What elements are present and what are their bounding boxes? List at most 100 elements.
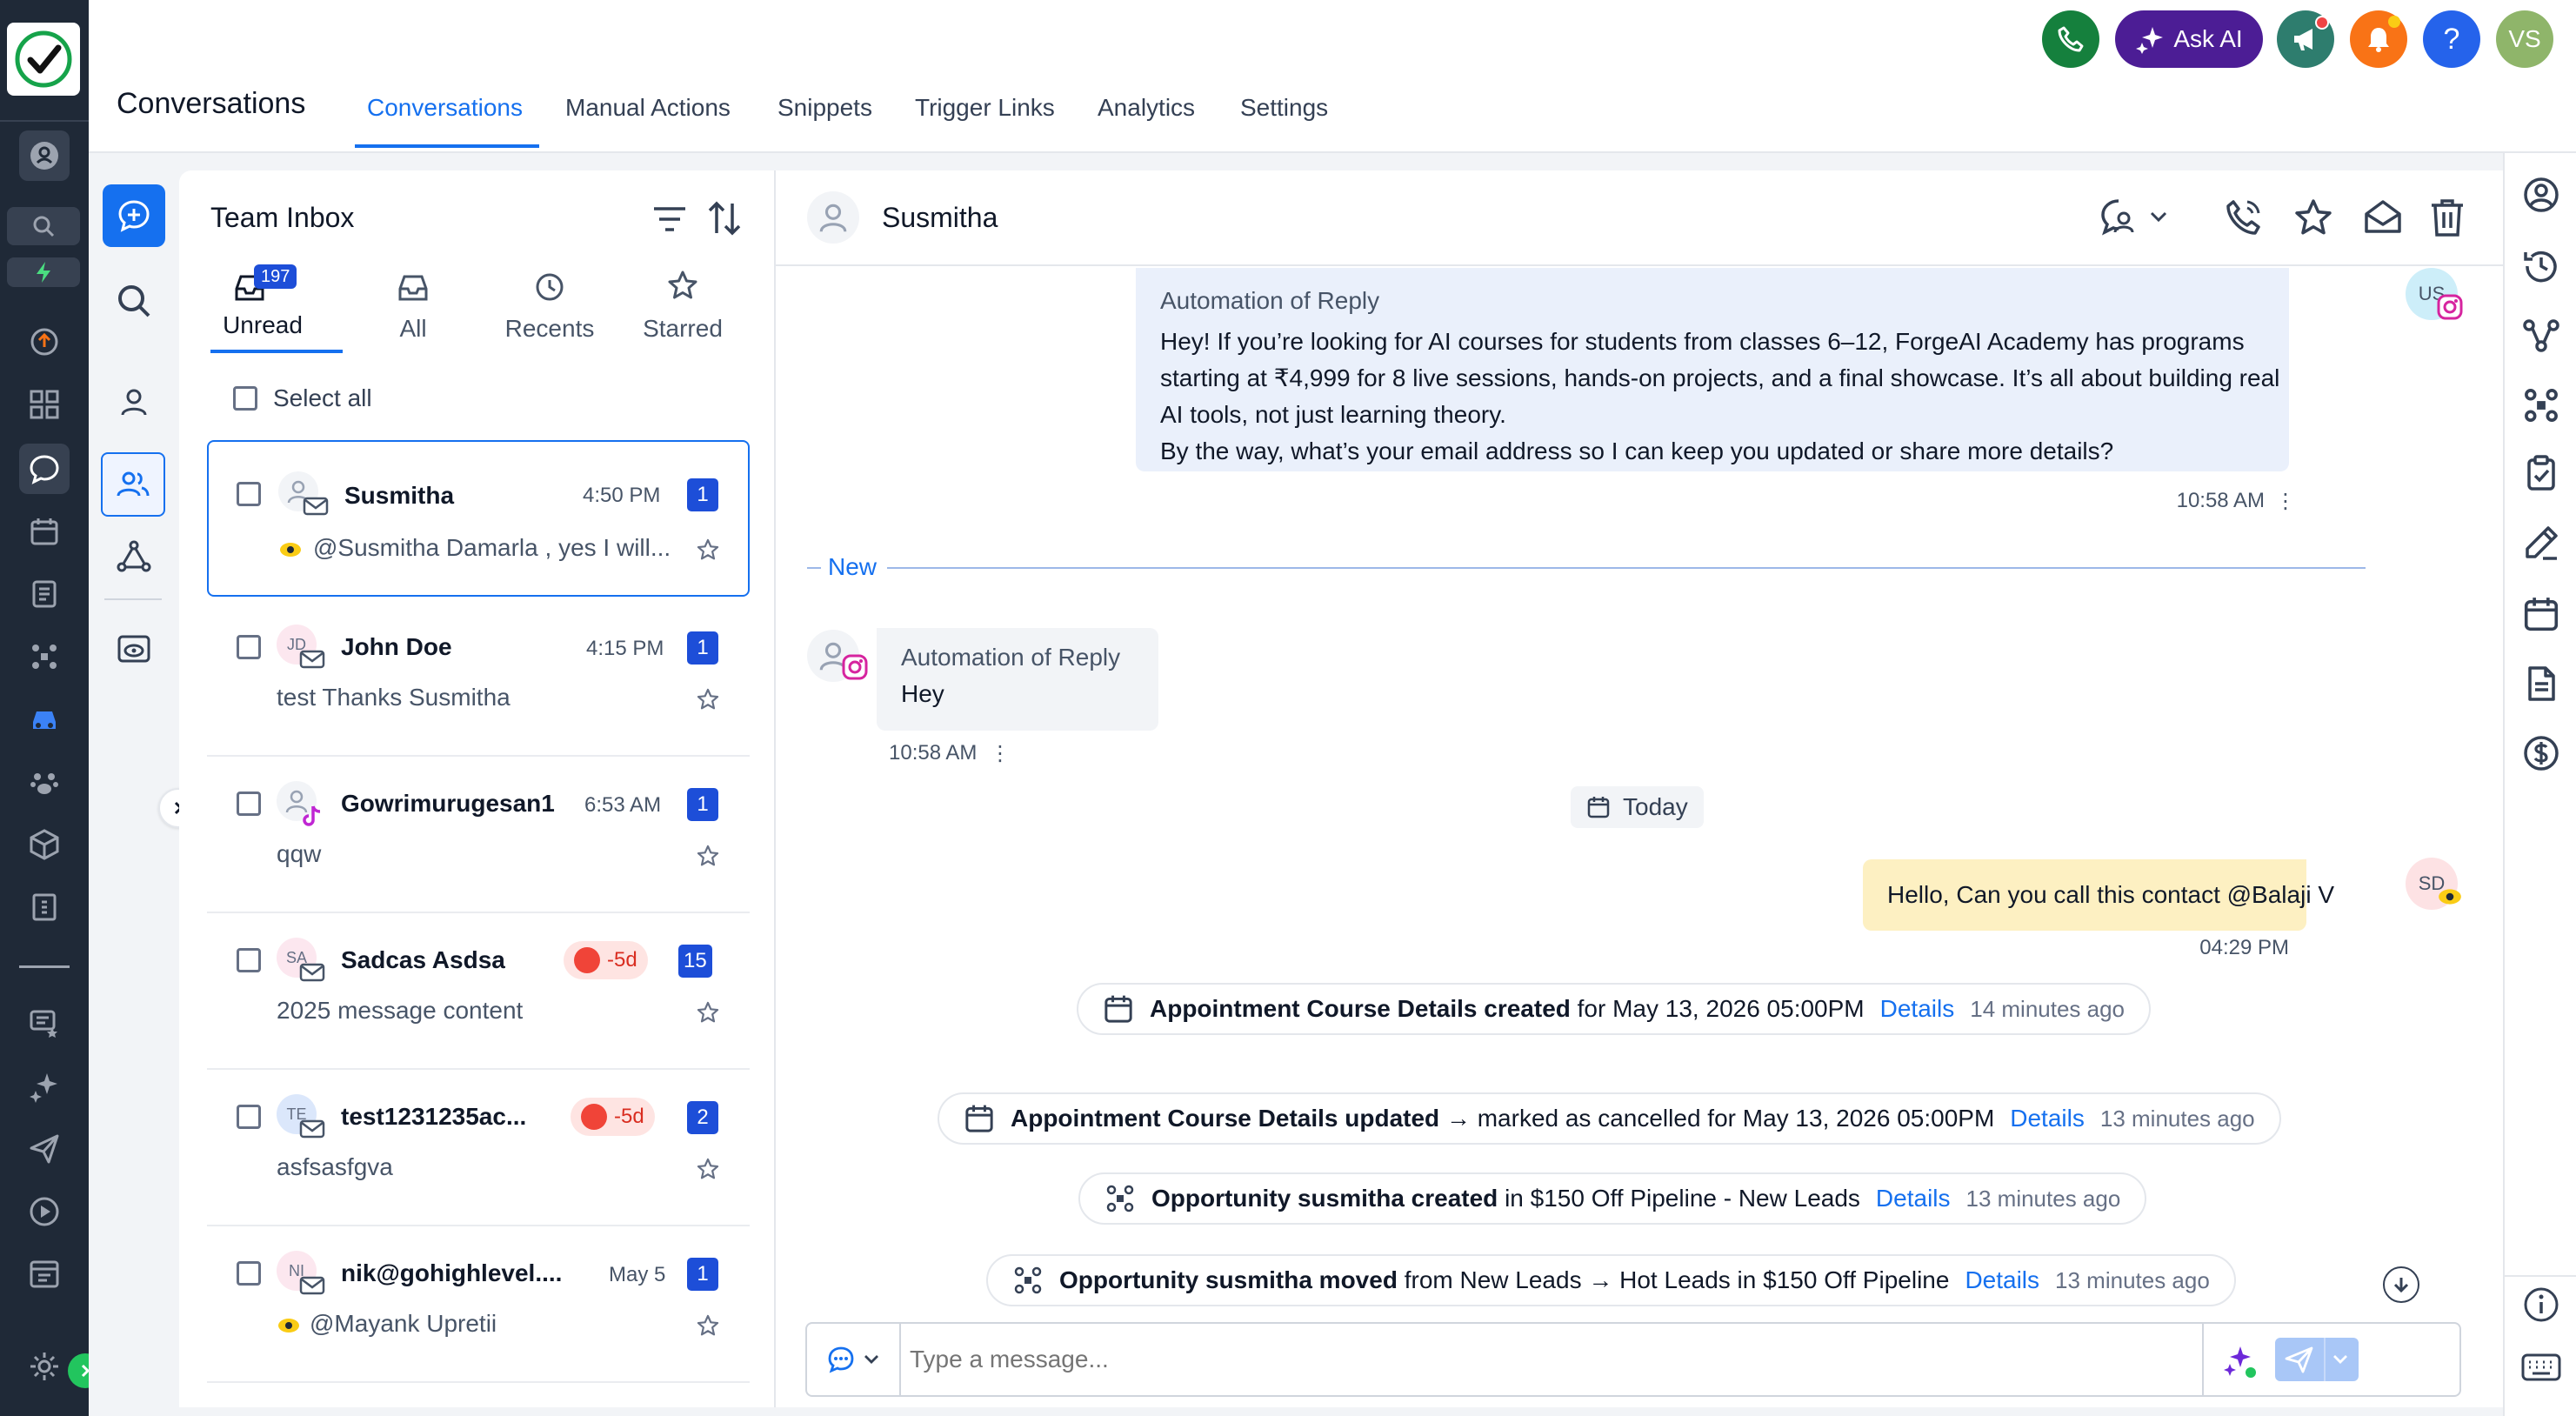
reviews-icon[interactable] [19, 999, 70, 1049]
chevron-down-icon [2150, 211, 2167, 223]
user-avatar[interactable]: VS [2496, 10, 2553, 68]
conversation-checkbox[interactable] [237, 482, 261, 506]
conversation-item[interactable]: SA Sadcas Asdsa -5d 15 2025 message cont… [207, 913, 750, 1070]
conversation-checkbox[interactable] [237, 1261, 261, 1286]
contact-profile-icon[interactable] [2522, 176, 2560, 214]
opportunities-icon[interactable] [2522, 386, 2560, 424]
team-inbox-icon[interactable] [101, 452, 165, 517]
activity-time: 13 minutes ago [2055, 1266, 2210, 1293]
phone-button[interactable] [2042, 10, 2099, 68]
watching-icon[interactable] [117, 633, 151, 665]
my-inbox-icon[interactable] [118, 386, 150, 417]
announcements-button[interactable] [2277, 10, 2334, 68]
launchpad-icon[interactable] [19, 317, 70, 367]
conversation-item[interactable]: NI nik@gohighlevel.... May 5 1 @Mayank U… [207, 1226, 750, 1383]
conversation-item[interactable]: TE test1231235ac... -5d 2 asfsasfgva [207, 1070, 750, 1226]
select-all-checkbox[interactable] [233, 386, 257, 411]
new-messages-line [887, 567, 2366, 569]
filter-tab-all[interactable]: All [374, 264, 452, 351]
tab-settings[interactable]: Settings [1240, 94, 1328, 122]
activity-details-link[interactable]: Details [1880, 995, 1955, 1023]
activity-history-icon[interactable] [2522, 247, 2560, 285]
date-chip: Today [1571, 786, 1704, 828]
workflows-icon[interactable] [2522, 317, 2560, 355]
box-icon[interactable] [19, 819, 70, 870]
tab-manual-actions[interactable]: Manual Actions [565, 94, 731, 122]
delete-button[interactable] [2428, 197, 2466, 238]
call-button[interactable] [2223, 197, 2265, 238]
channel-selector[interactable] [807, 1324, 901, 1395]
tab-conversations[interactable]: Conversations [367, 94, 523, 122]
notes-icon[interactable] [2522, 524, 2560, 562]
marketing-icon[interactable] [19, 1124, 70, 1174]
quick-actions-icon[interactable] [7, 257, 80, 287]
invoice-icon[interactable] [19, 882, 70, 932]
help-button[interactable]: ? [2423, 10, 2480, 68]
activity-details-link[interactable]: Details [2010, 1105, 2085, 1132]
star-icon [697, 538, 719, 560]
message-options-icon[interactable]: ⋮ [2275, 489, 2296, 514]
conversations-icon[interactable] [19, 444, 70, 494]
notifications-button[interactable] [2350, 10, 2407, 68]
composer-divider [2202, 1324, 2204, 1395]
ai-agents-icon[interactable] [19, 1061, 70, 1112]
automation-icon[interactable] [19, 1186, 70, 1237]
opportunities-icon[interactable] [19, 631, 70, 682]
calendar-icon[interactable] [19, 506, 70, 557]
mark-unread-button[interactable] [2362, 197, 2404, 238]
watching-icon [2439, 889, 2461, 905]
star-conversation-button[interactable] [2292, 197, 2334, 238]
conversation-checkbox[interactable] [237, 791, 261, 816]
filter-tab-recents[interactable]: Recents [489, 264, 611, 351]
ai-compose-button[interactable] [2221, 1343, 2256, 1378]
conversation-checkbox[interactable] [237, 635, 261, 659]
search-icon[interactable] [7, 207, 80, 245]
conversation-checkbox[interactable] [237, 1105, 261, 1129]
message-options-icon[interactable]: ⋮ [990, 741, 1011, 766]
conversation-item[interactable]: JD John Doe 4:15 PM 1 test Thanks Susmit… [207, 600, 750, 757]
tasks-icon[interactable] [2522, 454, 2560, 492]
tab-trigger-links[interactable]: Trigger Links [915, 94, 1055, 122]
appointments-icon[interactable] [2522, 595, 2560, 633]
email-icon [299, 1119, 325, 1139]
conversation-item[interactable]: Gowrimurugesan1 6:53 AM 1 qqw [207, 757, 750, 913]
activity-details-link[interactable]: Details [1965, 1266, 2039, 1294]
app-logo[interactable] [7, 23, 80, 96]
dashboard-icon[interactable] [19, 379, 70, 430]
chat-header: Susmitha [776, 170, 2503, 266]
conversation-checkbox[interactable] [237, 948, 261, 972]
documents-icon[interactable] [2522, 665, 2560, 703]
message-text-line: By the way, what’s your email address so… [1160, 437, 2114, 464]
unread-badge: 1 [687, 631, 718, 665]
send-button[interactable] [2275, 1338, 2359, 1381]
search-icon[interactable] [115, 282, 153, 320]
message-preview: qqw [277, 840, 322, 867]
message-time: 10:58 AM [889, 741, 978, 765]
message-sender: Automation of Reply [1160, 287, 1380, 314]
activity-details-link[interactable]: Details [1876, 1185, 1951, 1212]
workflow-icon[interactable] [117, 539, 151, 574]
location-switcher-icon[interactable] [19, 130, 70, 181]
keyboard-shortcuts-icon[interactable] [2520, 1350, 2562, 1385]
tab-snippets[interactable]: Snippets [777, 94, 872, 122]
filter-tab-unread[interactable]: 197 Unread [210, 264, 315, 351]
scroll-to-bottom-button[interactable] [2383, 1266, 2419, 1303]
tab-analytics[interactable]: Analytics [1098, 94, 1195, 122]
payments-icon[interactable] [19, 694, 70, 745]
message-input[interactable] [910, 1336, 2214, 1383]
assign-dropdown[interactable] [2098, 195, 2185, 238]
ask-ai-button[interactable]: Ask AI [2115, 10, 2263, 68]
payments-icon[interactable] [2522, 734, 2560, 772]
conversation-item[interactable]: Susmitha 4:50 PM 1 @Susmitha Damarla , y… [207, 440, 750, 597]
settings-icon[interactable] [19, 1341, 70, 1392]
new-conversation-button[interactable] [103, 184, 165, 247]
star-icon [668, 271, 697, 299]
sort-button[interactable] [706, 200, 743, 237]
info-icon[interactable] [2522, 1286, 2560, 1324]
filter-tab-starred[interactable]: Starred [626, 264, 739, 351]
sites-icon[interactable] [19, 1249, 70, 1299]
megaphone-icon [2294, 29, 2312, 50]
contacts-icon[interactable] [19, 569, 70, 619]
filter-button[interactable] [652, 205, 687, 233]
pets-icon[interactable] [19, 757, 70, 807]
